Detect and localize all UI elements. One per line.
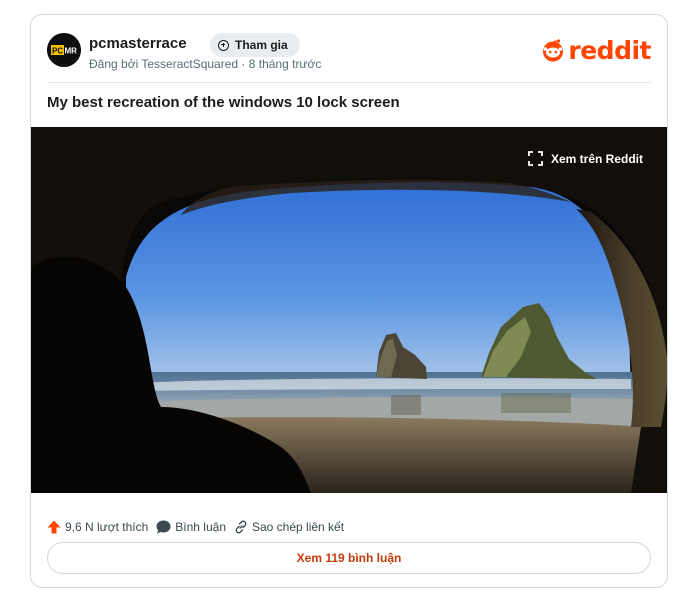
post-byline: Đăng bởi TesseractSquared · 8 tháng trướ…: [89, 57, 322, 71]
reddit-snoo-icon: [543, 39, 564, 62]
header-divider: [47, 82, 651, 83]
post-image[interactable]: Xem trên Reddit: [31, 127, 667, 493]
upvote-count: 9,6 N lượt thích: [65, 520, 149, 534]
subreddit-avatar[interactable]: PC MR: [47, 33, 81, 67]
join-button[interactable]: Tham gia: [210, 33, 300, 57]
upvote-action[interactable]: 9,6 N lượt thích: [47, 520, 148, 534]
post-header: PC MR pcmasterrace Tham gia Đăng bởi Tes…: [47, 33, 651, 73]
post-actions: 9,6 N lượt thích Bình luận Sao chép liên…: [47, 518, 344, 536]
speech-bubble-icon: [156, 520, 171, 534]
view-on-reddit-label: Xem trên Reddit: [550, 151, 643, 166]
view-comments-button[interactable]: Xem 119 bình luận: [47, 542, 651, 574]
reddit-embed-card: PC MR pcmasterrace Tham gia Đăng bởi Tes…: [30, 14, 668, 588]
join-button-label: Tham gia: [235, 38, 288, 52]
expand-icon: [528, 151, 543, 166]
link-icon: [235, 520, 247, 534]
lock-screen-image: [31, 127, 667, 493]
comment-label: Bình luận: [175, 520, 226, 534]
reddit-logo[interactable]: reddit: [540, 37, 651, 63]
svg-text:MR: MR: [65, 47, 78, 56]
svg-text:PC: PC: [52, 47, 63, 56]
reddit-wordmark: reddit: [568, 35, 651, 65]
pcmr-logo-icon: PC MR: [47, 33, 81, 67]
copy-link-action[interactable]: Sao chép liên kết: [234, 520, 344, 534]
comment-action[interactable]: Bình luận: [156, 520, 226, 534]
upvote-arrow-icon: [47, 520, 61, 534]
view-on-reddit-button[interactable]: Xem trên Reddit: [528, 151, 643, 166]
subreddit-name[interactable]: pcmasterrace: [89, 35, 187, 52]
plus-circle-icon: [218, 39, 229, 51]
post-title[interactable]: My best recreation of the windows 10 loc…: [47, 94, 400, 111]
copy-link-label: Sao chép liên kết: [252, 520, 345, 534]
